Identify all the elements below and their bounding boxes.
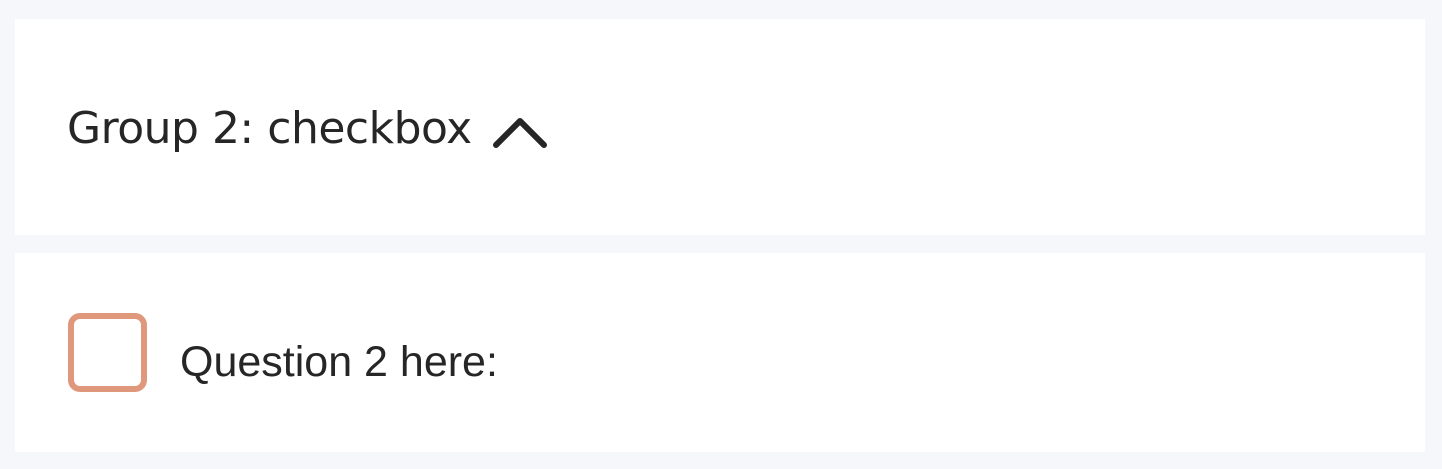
group-title: Group 2: checkbox xyxy=(67,103,472,154)
group-toggle[interactable]: Group 2: checkbox xyxy=(67,101,550,157)
question-checkbox[interactable] xyxy=(68,313,147,392)
question-row: Question 2 here: xyxy=(15,253,1425,452)
question-label: Question 2 here: xyxy=(180,338,498,386)
group-header: Group 2: checkbox xyxy=(15,19,1425,235)
chevron-up-icon[interactable] xyxy=(490,113,550,153)
